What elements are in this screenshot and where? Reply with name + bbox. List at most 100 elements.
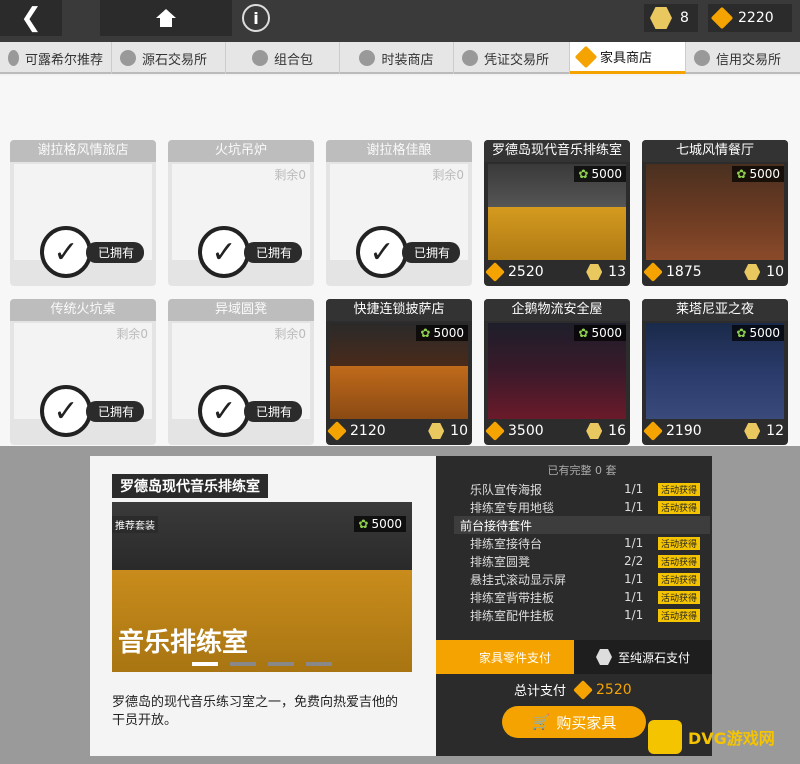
tab-originite[interactable]: 源石交易所: [112, 42, 226, 74]
set-header: 前台接待套件: [454, 516, 710, 534]
home-button[interactable]: [100, 0, 232, 36]
furniture-card[interactable]: 企鹅物流安全屋 ✿ 5000 3500 16: [484, 299, 630, 445]
comfort-badge: ✿ 5000: [732, 166, 784, 182]
tab-credit[interactable]: 信用交易所: [686, 42, 800, 74]
tab-certificate[interactable]: 凭证交易所: [454, 42, 570, 74]
list-item: 排练室配件挂板 1/1 活动获得: [454, 606, 710, 624]
carousel-dot: [192, 662, 218, 666]
carousel-dots[interactable]: [112, 662, 412, 666]
hammer-icon: [485, 262, 505, 282]
tab-bundle-icon: [251, 50, 268, 66]
stock-badge: 剩余0: [274, 326, 306, 341]
owned-mark: ✓ 已拥有: [40, 385, 145, 437]
tab-furniture[interactable]: 家具商店: [570, 42, 686, 74]
check-icon: ✓: [198, 226, 250, 278]
comfort-badge: ✿ 5000: [732, 325, 784, 341]
token-icon: [428, 423, 445, 439]
currency-parts-value: 2220: [738, 10, 774, 26]
list-item: 排练室专用地毯 1/1 活动获得: [454, 498, 710, 516]
home-icon: [156, 9, 176, 27]
furniture-card[interactable]: 罗德岛现代音乐排练室 ✿ 5000 2520 13: [484, 140, 630, 286]
hammer-icon: [643, 262, 663, 282]
hammer-icon: [327, 421, 347, 441]
leaf-icon: ✿: [578, 326, 589, 340]
owned-mark: ✓ 已拥有: [198, 385, 303, 437]
carousel-dot: [230, 662, 256, 666]
stock-badge: 剩余0: [274, 167, 306, 182]
buy-furniture-button[interactable]: 🛒 购买家具: [502, 706, 646, 738]
preview-caption: 音乐排练室: [118, 628, 249, 658]
currency-token-value: 8: [680, 10, 689, 26]
furniture-card[interactable]: 传统火坑桌 剩余0 ✓ 已拥有: [10, 299, 156, 445]
furniture-grid: 谢拉格风情旅店 ✓ 已拥有 火坑吊炉 剩余0 ✓ 已拥有 谢拉格佳酿 剩余0 ✓ 已拥…: [0, 76, 800, 446]
token-icon: [650, 7, 672, 29]
tab-recommend-icon: [8, 50, 19, 66]
price-row: 3500 16: [485, 419, 626, 443]
list-item: 排练室接待台 1/1 活动获得: [454, 534, 710, 552]
hammer-icon: [573, 679, 593, 700]
token-icon: [586, 423, 603, 439]
set-summary: 已有完整 0 套: [547, 464, 617, 477]
pay-with-originite-tab[interactable]: 至纯源石支付: [574, 640, 712, 674]
carousel-dot: [268, 662, 294, 666]
tab-recommend[interactable]: 可露希尔推荐: [0, 42, 112, 74]
comfort-badge: ✿ 5000: [354, 516, 406, 532]
token-icon: [744, 264, 761, 280]
watermark: DVG游戏网: [648, 720, 775, 754]
token-icon: [744, 423, 761, 439]
stock-badge: 剩余0: [432, 167, 464, 182]
furniture-card[interactable]: 火坑吊炉 剩余0 ✓ 已拥有: [168, 140, 314, 286]
top-bar: ❮ i 8 2220: [0, 0, 800, 42]
leaf-icon: ✿: [736, 167, 747, 181]
leaf-icon: ✿: [420, 326, 431, 340]
owned-mark: ✓ 已拥有: [40, 226, 145, 278]
list-item: 悬挂式滚动显示屏 1/1 活动获得: [454, 570, 710, 588]
furniture-card[interactable]: 七城风情餐厅 ✿ 5000 1875 10: [642, 140, 788, 286]
detail-preview[interactable]: 推荐套装 ✿ 5000 音乐排练室: [112, 502, 412, 672]
hammer-icon: [643, 421, 663, 441]
tab-originite-icon: [120, 50, 136, 66]
tab-certificate-icon: [462, 50, 478, 66]
preview-tag: 推荐套装: [112, 516, 158, 533]
furniture-card[interactable]: 快捷连锁披萨店 ✿ 5000 2120 10: [326, 299, 472, 445]
furniture-card[interactable]: 莱塔尼亚之夜 ✿ 5000 2190 12: [642, 299, 788, 445]
list-item: 排练室背带挂板 1/1 活动获得: [454, 588, 710, 606]
tab-bundle[interactable]: 组合包: [226, 42, 340, 74]
price-row: 2520 13: [485, 260, 626, 284]
originite-icon: [595, 649, 612, 665]
price-row: 2190 12: [643, 419, 784, 443]
tab-credit-icon: [694, 50, 710, 66]
carousel-dot: [306, 662, 332, 666]
list-item: 乐队宣传海报 1/1 活动获得: [454, 480, 710, 498]
stock-badge: 剩余0: [116, 326, 148, 341]
currency-parts: 2220: [708, 4, 792, 32]
comfort-badge: ✿ 5000: [416, 325, 468, 341]
set-item-list[interactable]: 乐队宣传海报 1/1 活动获得 排练室专用地毯 1/1 活动获得 前台接待套件 排练室接…: [454, 480, 710, 624]
check-icon: ✓: [40, 385, 92, 437]
furniture-card[interactable]: 谢拉格风情旅店 ✓ 已拥有: [10, 140, 156, 286]
tab-outfit[interactable]: 时装商店: [340, 42, 454, 74]
check-icon: ✓: [198, 385, 250, 437]
leaf-icon: ✿: [578, 167, 589, 181]
price-row: 1875 10: [643, 260, 784, 284]
info-button[interactable]: i: [242, 4, 270, 32]
detail-description: 罗德岛的现代音乐练习室之一，免费向热爱吉他的干员开放。: [112, 695, 399, 728]
hammer-icon: [456, 647, 476, 667]
hammer-icon: [574, 45, 598, 68]
leaf-icon: ✿: [736, 326, 747, 340]
detail-title: 罗德岛现代音乐排练室: [112, 474, 268, 498]
watermark-logo-icon: [648, 720, 682, 754]
cart-icon: 🛒: [531, 713, 551, 731]
hammer-icon: [485, 421, 505, 441]
list-item: 排练室圆凳 2/2 活动获得: [454, 552, 710, 570]
comfort-badge: ✿ 5000: [574, 325, 626, 341]
furniture-card[interactable]: 谢拉格佳酿 剩余0 ✓ 已拥有: [326, 140, 472, 286]
comfort-badge: ✿ 5000: [574, 166, 626, 182]
price-row: 2120 10: [327, 419, 468, 443]
total-payment: 总计支付 2520: [514, 679, 632, 700]
chevron-left-icon: ❮: [20, 3, 42, 33]
shop-tabs: 可露希尔推荐 源石交易所 组合包 时装商店 凭证交易所 家具商店 信用交易所: [0, 42, 800, 74]
back-button[interactable]: ❮: [0, 0, 62, 36]
pay-with-parts-tab[interactable]: 家具零件支付: [436, 640, 574, 674]
furniture-card[interactable]: 异域圆凳 剩余0 ✓ 已拥有: [168, 299, 314, 445]
